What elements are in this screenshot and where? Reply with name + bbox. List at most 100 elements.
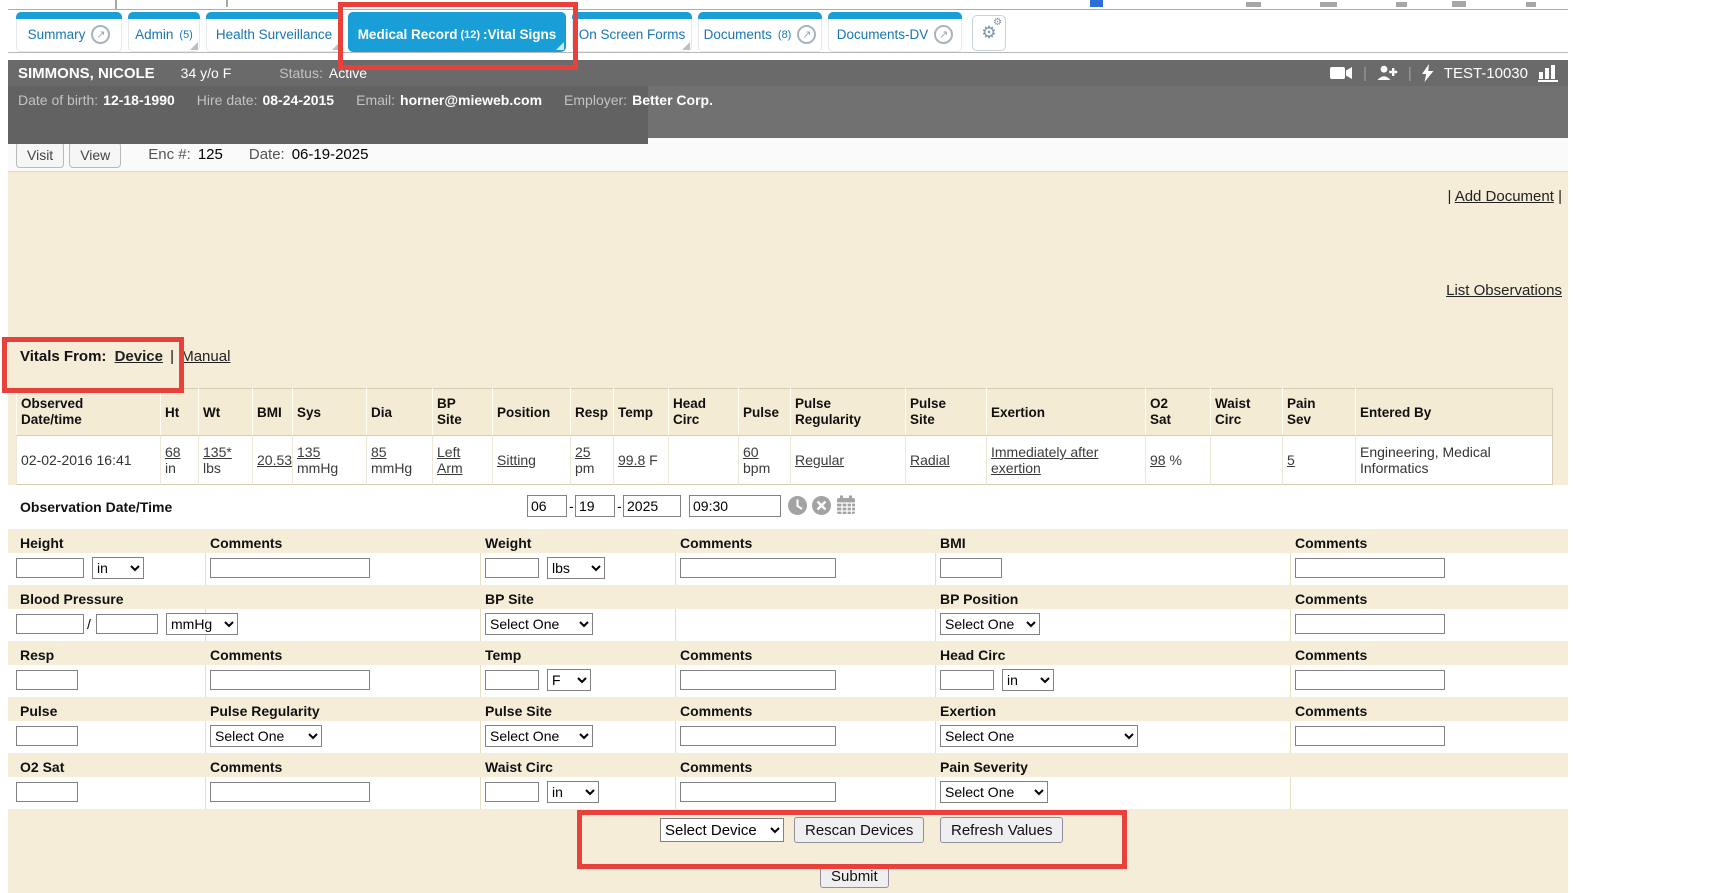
chrome-artifact [1396, 2, 1407, 7]
col-pulse: Pulse [739, 389, 791, 436]
col-sys: Sys [293, 389, 367, 436]
dia-link[interactable]: 85 [371, 444, 387, 460]
cell-pulse-site: Radial [906, 436, 987, 485]
comments-label: Comments [1295, 588, 1367, 610]
obs-day-input[interactable] [575, 495, 615, 517]
tab-medical-record-vital-signs[interactable]: Medical Record (12) :Vital Signs [348, 12, 566, 52]
col-dia: Dia [367, 389, 433, 436]
obs-month-input[interactable] [527, 495, 567, 517]
pulse-comments-input[interactable] [680, 726, 836, 746]
view-button[interactable]: View [69, 142, 121, 168]
refresh-values-button[interactable]: Refresh Values [940, 817, 1063, 843]
video-camera-icon[interactable] [1330, 66, 1353, 80]
tab-health-surveillance[interactable]: Health Surveillance [206, 12, 342, 52]
temp-unit-select[interactable]: F [547, 669, 591, 691]
bmi-comments-input[interactable] [1295, 558, 1445, 578]
vitals-from-label: Vitals From: [20, 348, 106, 365]
vitals-from-line: Vitals From: Device | Manual [20, 348, 230, 365]
bp-site-select[interactable]: Select One [485, 613, 593, 635]
weight-comments-input[interactable] [680, 558, 836, 578]
o2-sat-link[interactable]: 98 [1150, 452, 1166, 468]
bmi-input[interactable] [940, 558, 1002, 578]
col-pulse-site: Pulse Site [906, 389, 987, 436]
waist-circ-input[interactable] [485, 782, 539, 802]
pulse-regularity-link[interactable]: Regular [795, 452, 844, 468]
resp-link[interactable]: 25 [575, 444, 591, 460]
height-unit-select[interactable]: in [92, 557, 144, 579]
bp-comments-input[interactable] [1295, 614, 1445, 634]
exertion-comments-input[interactable] [1295, 726, 1445, 746]
obs-time-input[interactable] [689, 495, 781, 517]
temp-link[interactable]: 99.8 [618, 452, 645, 468]
open-in-new-icon[interactable]: ↗ [91, 25, 110, 44]
pain-severity-select[interactable]: Select One [940, 781, 1048, 803]
open-in-new-icon[interactable]: ↗ [797, 25, 816, 44]
height-input[interactable] [16, 558, 84, 578]
visit-button[interactable]: Visit [16, 142, 64, 168]
waist-circ-comments-input[interactable] [680, 782, 836, 802]
patient-header-bar: SIMMONS, NICOLE 34 y/o F Status: Active … [8, 60, 1568, 86]
select-device-select[interactable]: Select Device [660, 818, 784, 842]
submit-button[interactable]: Submit [820, 864, 889, 888]
o2-sat-input[interactable] [16, 782, 78, 802]
temp-comments-input[interactable] [680, 670, 836, 690]
tab-summary[interactable]: Summary ↗ [16, 12, 122, 52]
weight-unit-select[interactable]: lbs [547, 557, 605, 579]
calendar-icon[interactable] [836, 495, 856, 515]
tab-documents[interactable]: Documents (8) ↗ [698, 12, 822, 52]
chrome-artifact [226, 0, 228, 7]
exertion-select[interactable]: Select One [940, 725, 1138, 747]
pulse-input[interactable] [16, 726, 78, 746]
sys-link[interactable]: 135 [297, 444, 320, 460]
rescan-devices-button[interactable]: Rescan Devices [794, 817, 924, 843]
list-observations-link[interactable]: List Observations [1446, 282, 1562, 299]
pulse-link[interactable]: 60 [743, 444, 759, 460]
tab-admin[interactable]: Admin (5) [128, 12, 200, 52]
o2-sat-comments-input[interactable] [210, 782, 370, 802]
bp-position-label: BP Position [940, 588, 1018, 610]
bp-position-select[interactable]: Select One [940, 613, 1040, 635]
clear-date-icon[interactable] [811, 495, 832, 516]
temp-label: Temp [485, 644, 521, 666]
head-circ-input[interactable] [940, 670, 994, 690]
add-document-link[interactable]: Add Document [1455, 188, 1554, 205]
pulse-site-select[interactable]: Select One [485, 725, 593, 747]
quick-action-lightning-icon[interactable] [1422, 64, 1434, 82]
tab-on-screen-forms[interactable]: On Screen Forms [572, 12, 692, 52]
add-person-icon[interactable] [1377, 65, 1398, 81]
settings-button[interactable]: ⚙ ⚙ [972, 15, 1006, 51]
pulse-regularity-select[interactable]: Select One [210, 725, 322, 747]
bmi-label: BMI [940, 532, 966, 554]
height-comments-input[interactable] [210, 558, 370, 578]
pain-sev-link[interactable]: 5 [1287, 452, 1295, 468]
hire-date-value: 08-24-2015 [262, 92, 334, 108]
tab-documents-dv[interactable]: Documents-DV ↗ [828, 12, 962, 52]
waist-circ-unit-select[interactable]: in [547, 781, 599, 803]
bp-unit-select[interactable]: mmHg [166, 613, 238, 635]
weight-input[interactable] [485, 558, 539, 578]
bp-systolic-input[interactable] [16, 614, 84, 634]
head-circ-unit-select[interactable]: in [1002, 669, 1054, 691]
patient-age-sex: 34 y/o F [181, 65, 232, 81]
bp-diastolic-input[interactable] [96, 614, 158, 634]
obs-year-input[interactable] [623, 495, 681, 517]
pulse-site-link[interactable]: Radial [910, 452, 950, 468]
resp-input[interactable] [16, 670, 78, 690]
waist-circ-label: Waist Circ [485, 756, 553, 778]
bmi-link[interactable]: 20.53 [257, 452, 292, 468]
comments-label: Comments [680, 756, 752, 778]
position-link[interactable]: Sitting [497, 452, 536, 468]
wt-link[interactable]: 135* [203, 444, 232, 460]
vitals-from-manual-link[interactable]: Manual [181, 348, 230, 365]
resp-comments-input[interactable] [210, 670, 370, 690]
bp-site-link[interactable]: Left Arm [437, 444, 463, 476]
flowsheet-chart-icon[interactable] [1538, 64, 1558, 82]
clock-icon[interactable] [787, 495, 808, 516]
ht-link[interactable]: 68 [165, 444, 181, 460]
col-wt: Wt [199, 389, 253, 436]
open-in-new-icon[interactable]: ↗ [934, 25, 953, 44]
vitals-from-device-link[interactable]: Device [115, 348, 163, 365]
exertion-link[interactable]: Immediately after exertion [991, 444, 1098, 476]
temp-input[interactable] [485, 670, 539, 690]
head-circ-comments-input[interactable] [1295, 670, 1445, 690]
